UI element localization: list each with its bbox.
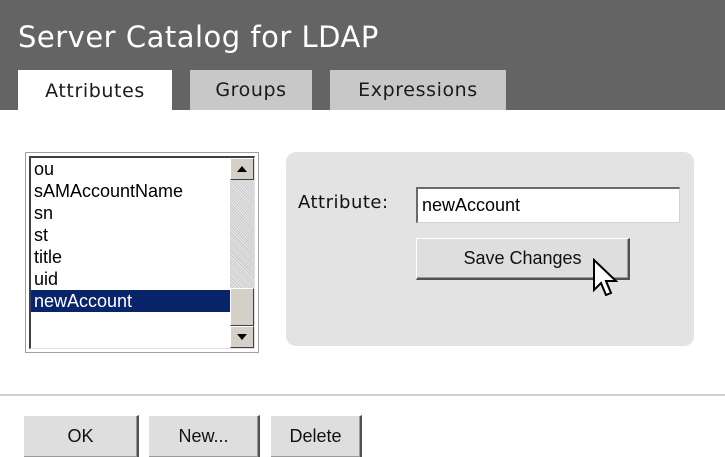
new-button[interactable]: New... — [148, 415, 260, 457]
list-item-selected[interactable]: newAccount — [31, 290, 231, 312]
scroll-down-button[interactable] — [230, 326, 254, 348]
list-item[interactable]: ou — [31, 158, 231, 180]
list-item[interactable]: uid — [31, 268, 231, 290]
delete-button[interactable]: Delete — [270, 415, 362, 457]
scroll-thumb[interactable] — [230, 288, 254, 326]
attribute-input[interactable] — [416, 187, 680, 223]
list-item[interactable]: sAMAccountName — [31, 180, 231, 202]
list-item[interactable]: st — [31, 224, 231, 246]
attribute-listbox[interactable]: ou sAMAccountName sn st title uid newAcc… — [25, 152, 259, 353]
tab-groups[interactable]: Groups — [190, 70, 312, 110]
page-title: Server Catalog for LDAP — [18, 20, 379, 54]
list-scrollbar[interactable] — [230, 158, 254, 348]
header-bar: Server Catalog for LDAP Attributes Group… — [0, 0, 725, 112]
ok-button[interactable]: OK — [23, 415, 139, 457]
scroll-down-arrow-icon — [237, 334, 247, 340]
list-item[interactable]: title — [31, 246, 231, 268]
scroll-up-arrow-icon — [237, 166, 247, 172]
attribute-listbox-inner: ou sAMAccountName sn st title uid newAcc… — [29, 156, 255, 349]
attribute-editor-panel: Attribute: Save Changes — [286, 152, 694, 346]
attribute-label: Attribute: — [298, 192, 389, 213]
mouse-pointer-icon — [593, 258, 618, 297]
scroll-up-button[interactable] — [230, 158, 254, 180]
tab-attributes[interactable]: Attributes — [18, 70, 172, 112]
list-item[interactable]: sn — [31, 202, 231, 224]
tab-expressions[interactable]: Expressions — [330, 70, 506, 110]
attribute-list: ou sAMAccountName sn st title uid newAcc… — [31, 158, 231, 312]
footer-divider — [0, 394, 725, 396]
